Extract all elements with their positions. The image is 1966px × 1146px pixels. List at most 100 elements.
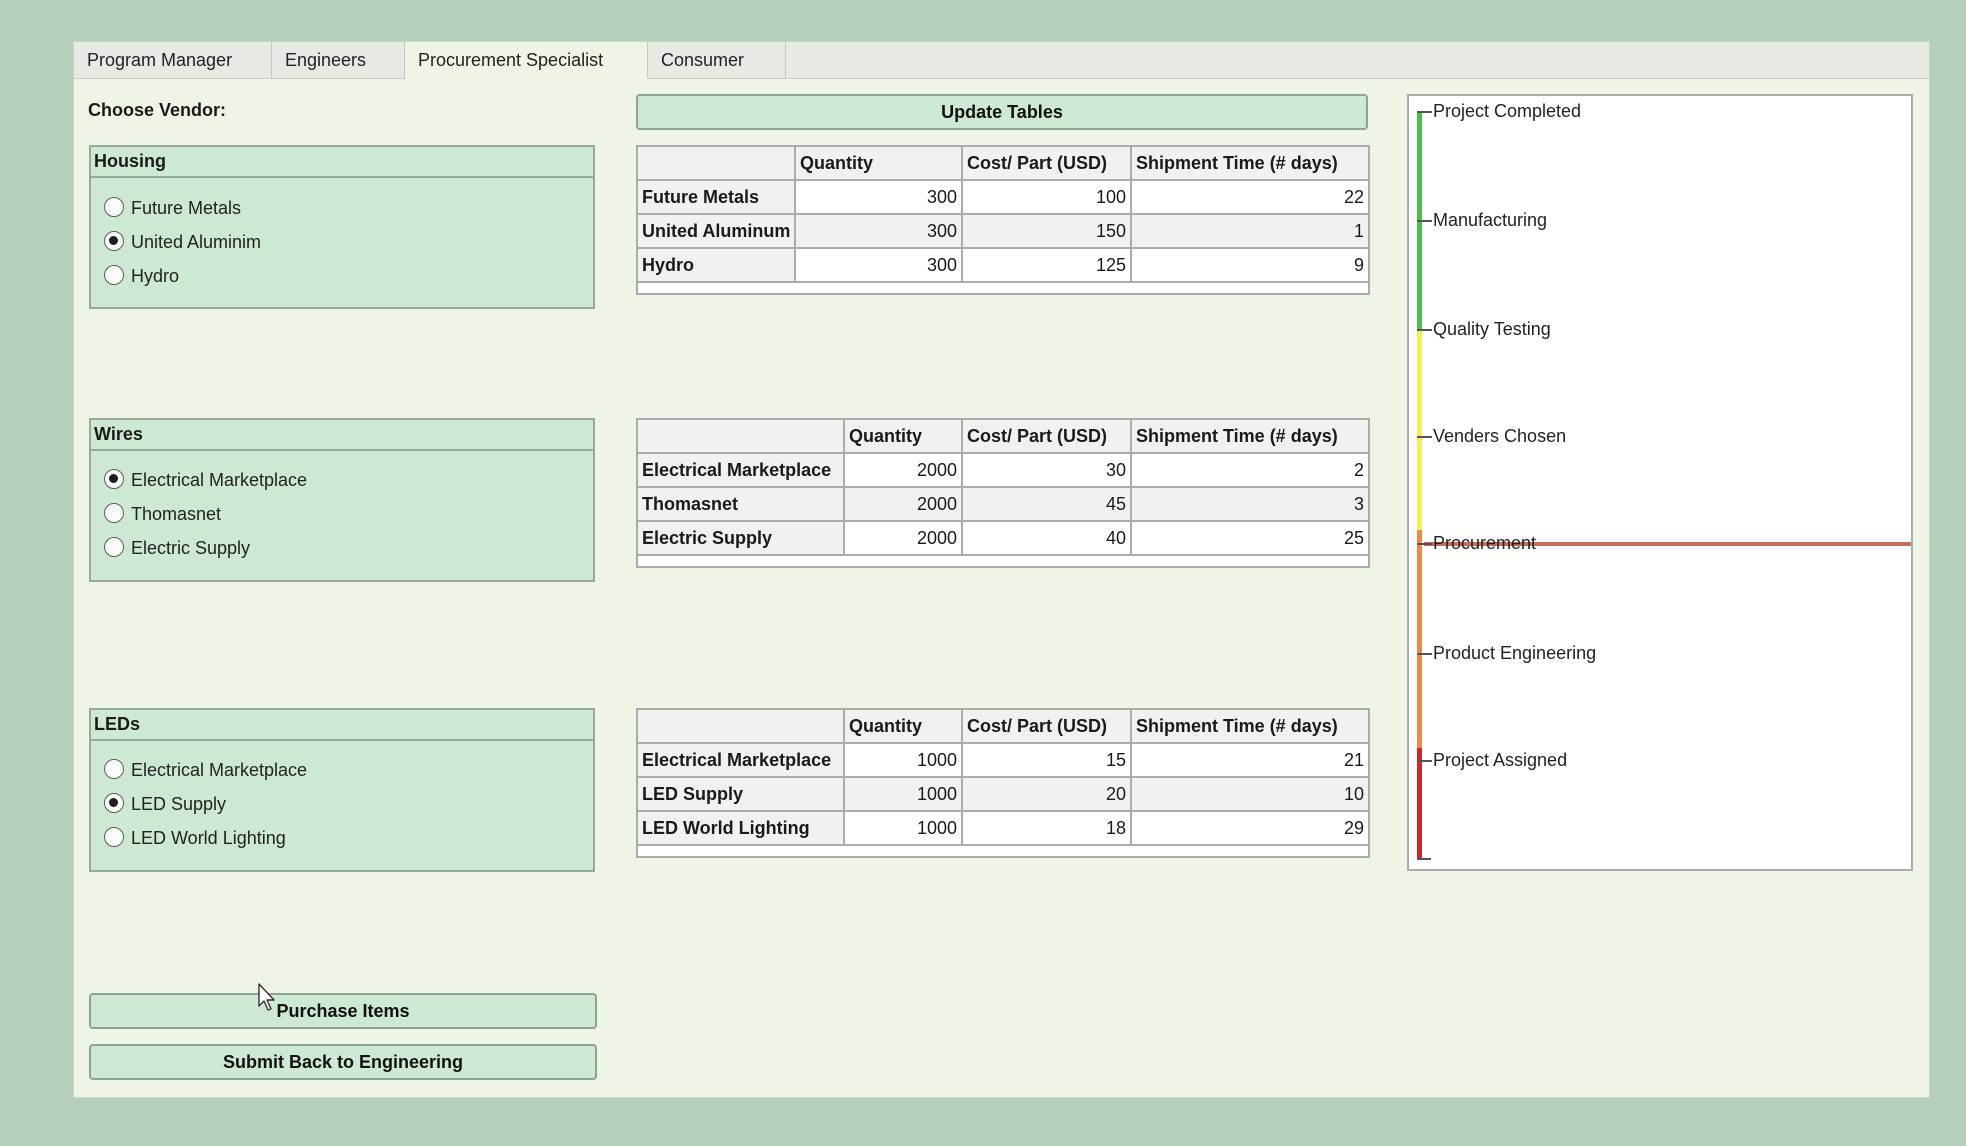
radio-label: Hydro [131, 266, 180, 286]
progress-segment-orange [1417, 530, 1422, 748]
stage-project-assigned: Project Assigned [1433, 750, 1568, 770]
leds-vendor-table: Quantity Cost/ Part (USD) Shipment Time … [636, 708, 1370, 858]
table-row: Hydro 300 125 9 [636, 247, 1370, 283]
stage-tick [1417, 653, 1432, 655]
cost-header: Cost/ Part (USD) [961, 418, 1132, 454]
quantity-cell[interactable]: 300 [794, 179, 963, 215]
table-header-row: Quantity Cost/ Part (USD) Shipment Time … [636, 145, 1370, 181]
radio-button[interactable] [104, 537, 124, 557]
radio-button-selected[interactable] [104, 231, 124, 251]
stage-tick [1417, 329, 1432, 331]
shipment-cell[interactable]: 3 [1130, 486, 1370, 522]
corner-header [636, 418, 845, 454]
shipment-cell[interactable]: 29 [1130, 810, 1370, 846]
radio-label: Electric Supply [131, 538, 251, 558]
stage-tick [1417, 111, 1432, 113]
shipment-cell[interactable]: 10 [1130, 776, 1370, 812]
radio-label: Electrical Marketplace [131, 470, 308, 490]
table-filler-row [636, 554, 1370, 568]
table-header-row: Quantity Cost/ Part (USD) Shipment Time … [636, 418, 1370, 454]
choose-vendor-label: Choose Vendor: [88, 100, 227, 120]
radio-button[interactable] [104, 759, 124, 779]
shipment-cell[interactable]: 22 [1130, 179, 1370, 215]
quantity-cell[interactable]: 2000 [843, 452, 963, 488]
radio-button[interactable] [104, 197, 124, 217]
submit-back-to-engineering-button[interactable]: Submit Back to Engineering [89, 1044, 597, 1080]
radio-button[interactable] [104, 827, 124, 847]
shipment-cell[interactable]: 1 [1130, 213, 1370, 249]
quantity-cell[interactable]: 1000 [843, 742, 963, 778]
radio-button-selected[interactable] [104, 793, 124, 813]
stage-quality-testing: Quality Testing [1433, 319, 1551, 339]
shipment-cell[interactable]: 25 [1130, 520, 1370, 556]
table-row: Thomasnet 2000 45 3 [636, 486, 1370, 522]
progress-segment-red [1417, 748, 1422, 859]
cost-cell[interactable]: 150 [961, 213, 1132, 249]
radio-label: Future Metals [131, 198, 242, 218]
purchase-items-button[interactable]: Purchase Items [89, 993, 597, 1029]
cost-cell[interactable]: 125 [961, 247, 1132, 283]
table-row: United Aluminum 300 150 1 [636, 213, 1370, 249]
tab-program-manager[interactable]: Program Manager [74, 42, 272, 78]
quantity-cell[interactable]: 1000 [843, 776, 963, 812]
quantity-header: Quantity [843, 418, 963, 454]
leds-group: LEDs Electrical Marketplace LED Supply L… [89, 708, 595, 872]
radio-label: LED World Lighting [131, 828, 286, 848]
table-filler-row [636, 844, 1370, 858]
vendor-cell: LED World Lighting [636, 810, 845, 846]
stage-tick [1417, 760, 1432, 762]
vendor-cell: Electrical Marketplace [636, 742, 845, 778]
progress-segment-yellow [1417, 330, 1422, 530]
radio-button[interactable] [104, 503, 124, 523]
cost-cell[interactable]: 40 [961, 520, 1132, 556]
vendor-cell: Electric Supply [636, 520, 845, 556]
vendor-cell: Thomasnet [636, 486, 845, 522]
project-progress-panel: Project Completed Manufacturing Quality … [1407, 94, 1913, 871]
cost-header: Cost/ Part (USD) [961, 708, 1132, 744]
quantity-cell[interactable]: 1000 [843, 810, 963, 846]
radio-button[interactable] [104, 265, 124, 285]
shipment-cell[interactable]: 2 [1130, 452, 1370, 488]
cost-cell[interactable]: 30 [961, 452, 1132, 488]
table-filler-row [636, 281, 1370, 295]
table-row: LED World Lighting 1000 18 29 [636, 810, 1370, 846]
tab-engineers[interactable]: Engineers [272, 42, 405, 78]
cost-cell[interactable]: 45 [961, 486, 1132, 522]
stage-tick [1417, 858, 1431, 860]
cost-header: Cost/ Part (USD) [961, 145, 1132, 181]
radio-label: United Aluminim [131, 232, 262, 252]
table-row: LED Supply 1000 20 10 [636, 776, 1370, 812]
quantity-header: Quantity [843, 708, 963, 744]
cost-cell[interactable]: 20 [961, 776, 1132, 812]
shipment-cell[interactable]: 21 [1130, 742, 1370, 778]
radio-label: Thomasnet [131, 504, 222, 524]
quantity-cell[interactable]: 300 [794, 213, 963, 249]
shipment-header: Shipment Time (# days) [1130, 418, 1370, 454]
shipment-cell[interactable]: 9 [1130, 247, 1370, 283]
radio-button-selected[interactable] [104, 469, 124, 489]
stage-venders-chosen: Venders Chosen [1433, 426, 1567, 446]
quantity-cell[interactable]: 2000 [843, 520, 963, 556]
table-row: Electrical Marketplace 1000 15 21 [636, 742, 1370, 778]
table-row: Electrical Marketplace 2000 30 2 [636, 452, 1370, 488]
update-tables-button[interactable]: Update Tables [636, 94, 1368, 130]
vendor-cell: Hydro [636, 247, 796, 283]
quantity-cell[interactable]: 300 [794, 247, 963, 283]
cost-cell[interactable]: 100 [961, 179, 1132, 215]
cost-cell[interactable]: 18 [961, 810, 1132, 846]
radio-label: LED Supply [131, 794, 227, 814]
corner-header [636, 145, 796, 181]
vendor-cell: LED Supply [636, 776, 845, 812]
cost-cell[interactable]: 15 [961, 742, 1132, 778]
quantity-cell[interactable]: 2000 [843, 486, 963, 522]
stage-procurement: Procurement [1433, 533, 1537, 553]
quantity-header: Quantity [794, 145, 963, 181]
stage-manufacturing: Manufacturing [1433, 210, 1548, 230]
tab-procurement-specialist[interactable]: Procurement Specialist [405, 42, 648, 79]
table-row: Future Metals 300 100 22 [636, 179, 1370, 215]
tab-consumer[interactable]: Consumer [648, 42, 786, 78]
stage-tick [1417, 543, 1432, 545]
leds-group-title: LEDs [91, 710, 593, 741]
vendor-cell: United Aluminum [636, 213, 796, 249]
corner-header [636, 708, 845, 744]
